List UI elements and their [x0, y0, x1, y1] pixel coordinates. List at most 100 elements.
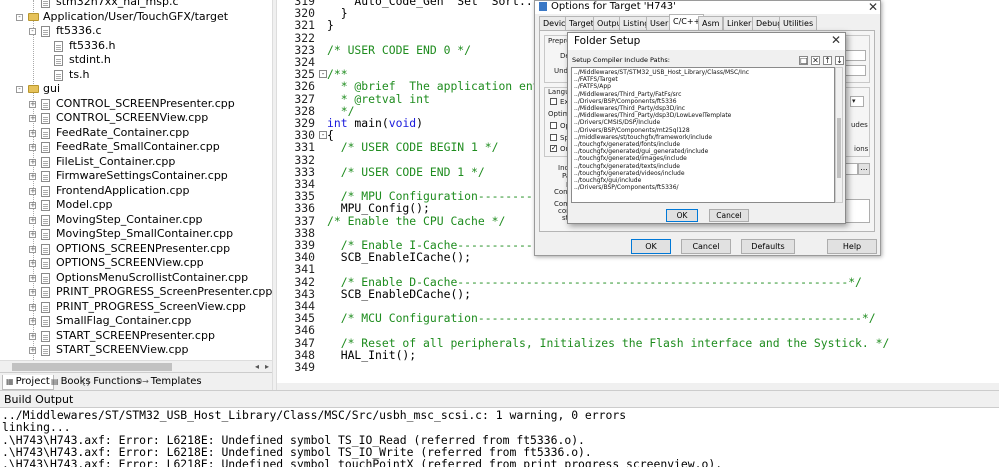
tree-file[interactable]: + OptionsMenuScrollistContainer.cpp	[0, 271, 272, 286]
include-path-item[interactable]: ../touchgfx/generated/gui_generated/incl…	[574, 148, 708, 155]
include-path-item[interactable]: ../Drivers/BSP/Components/ft5336/	[574, 184, 679, 191]
folder-setup-titlebar[interactable]: Folder Setup ✕	[568, 33, 845, 50]
tree-file[interactable]: ft5336.h	[0, 39, 272, 54]
tree-file[interactable]: - ft5336.c	[0, 24, 272, 39]
move-down-icon[interactable]: ↓	[835, 56, 844, 65]
collapse-icon[interactable]: -	[16, 13, 23, 21]
optimize-checkbox[interactable]	[550, 122, 557, 129]
tree-file[interactable]: + FeedRate_SmallContainer.cpp	[0, 140, 272, 155]
tree-file[interactable]: stm32h7xx_hal_msp.c	[0, 0, 272, 10]
options-dialog-titlebar[interactable]: Options for Target 'H743' ✕	[535, 1, 880, 14]
expand-icon[interactable]: +	[29, 100, 36, 108]
scrollbar-thumb[interactable]	[837, 118, 841, 178]
include-path-item[interactable]: ../Drivers/CMSIS/DSP/Include	[574, 119, 660, 126]
new-folder-icon[interactable]: □	[799, 56, 808, 65]
code-line[interactable]: /* Enable the CPU Cache */	[327, 214, 505, 227]
scrollbar-thumb[interactable]	[12, 363, 172, 371]
include-path-item[interactable]: ../Middlewares/Third_Party/dsp3D/LowLeve…	[574, 112, 731, 119]
expand-icon[interactable]: +	[29, 231, 36, 238]
fold-toggle-icon[interactable]: -	[319, 131, 327, 140]
tree-file[interactable]: + Model.cpp	[0, 198, 272, 213]
tree-file[interactable]: + PRINT_PROGRESS_ScreenView.cpp	[0, 300, 272, 315]
code-line[interactable]: SCB_EnableDCache();	[327, 288, 471, 300]
expand-icon[interactable]: +	[29, 173, 36, 180]
include-paths-list[interactable]: ../Middlewares/ST/STM32_USB_Host_Library…	[571, 67, 835, 203]
include-path-item[interactable]: ../FATFS/Target	[574, 76, 618, 83]
editor-horizontal-scrollbar[interactable]	[277, 383, 999, 390]
tree-file[interactable]: + START_SCREENView.cpp	[0, 343, 272, 358]
code-line[interactable]: Auto_Code_Gen Set Sort...	[327, 0, 539, 7]
collapse-icon[interactable]: -	[29, 28, 36, 35]
expand-icon[interactable]: +	[29, 144, 36, 151]
expand-icon[interactable]: +	[29, 129, 36, 137]
include-path-item[interactable]: ../Middlewares/Third_Party/dsp3D/inc	[574, 105, 685, 112]
tree-file[interactable]: + MovingStep_SmallContainer.cpp	[0, 227, 272, 242]
tree-file[interactable]: + CONTROL_SCREENPresenter.cpp	[0, 97, 272, 112]
include-path-item[interactable]: ../touchgfx/generated/images/include	[574, 155, 687, 162]
tree-file[interactable]: + OPTIONS_SCREENView.cpp	[0, 256, 272, 271]
tree-file[interactable]: + FirmwareSettingsContainer.cpp	[0, 169, 272, 184]
include-path-item[interactable]: ../touchgfx/generated/texts/include	[574, 163, 680, 170]
options-ok-button[interactable]: OK	[631, 239, 671, 254]
expand-icon[interactable]: +	[29, 289, 36, 296]
one-elf-checkbox[interactable]: ✓	[550, 145, 557, 152]
folder-ok-button[interactable]: OK	[666, 209, 698, 222]
tab-utilities[interactable]: Utilities	[779, 16, 818, 30]
options-help-button[interactable]: Help	[827, 239, 877, 254]
delete-icon[interactable]: ✕	[811, 56, 820, 65]
tree-folder[interactable]: - gui	[0, 82, 272, 97]
tab-linker[interactable]: Linker	[723, 16, 756, 30]
code-line[interactable]: /* USER CODE END 1 */	[327, 166, 485, 178]
tree-file[interactable]: + MovingStep_Container.cpp	[0, 213, 272, 228]
include-path-item[interactable]: ../Drivers/BSP/Components/ft5336	[574, 98, 677, 105]
code-line[interactable]: SCB_EnableICache();	[327, 251, 471, 263]
code-line[interactable]: int main(void)	[327, 117, 423, 129]
close-icon[interactable]: ✕	[831, 33, 841, 47]
tree-file[interactable]: + FrontendApplication.cpp	[0, 184, 272, 199]
expand-icon[interactable]: +	[29, 318, 36, 325]
include-path-item[interactable]: ../FATFS/App	[574, 83, 611, 90]
tab-asm[interactable]: Asm	[698, 16, 724, 30]
include-path-item[interactable]: ../middlewares/st/touchgfx/framework/inc…	[574, 134, 712, 141]
include-path-item[interactable]: ../touchgfx/gui/include	[574, 177, 641, 184]
tree-file[interactable]: + SmallFlag_Container.cpp	[0, 314, 272, 329]
expand-icon[interactable]: +	[29, 332, 36, 340]
close-icon[interactable]: ✕	[868, 1, 878, 14]
options-defaults-button[interactable]: Defaults	[741, 239, 795, 254]
expand-icon[interactable]: +	[29, 303, 36, 311]
expand-icon[interactable]: +	[29, 347, 36, 354]
code-line[interactable]: /* USER CODE BEGIN 1 */	[327, 141, 499, 153]
expand-icon[interactable]: +	[29, 158, 36, 166]
tree-file[interactable]: + OPTIONS_SCREENPresenter.cpp	[0, 242, 272, 257]
include-path-item[interactable]: ../Middlewares/ST/STM32_USB_Host_Library…	[574, 69, 749, 76]
expand-icon[interactable]: +	[29, 202, 36, 209]
expand-icon[interactable]: +	[29, 115, 36, 122]
browse-include-paths-button[interactable]: ...	[858, 163, 870, 175]
folder-cancel-button[interactable]: Cancel	[709, 209, 749, 222]
code-line[interactable]: /* USER CODE END 0 */	[327, 44, 471, 56]
tab-templates[interactable]: 0→ Templates	[134, 375, 205, 390]
expand-icon[interactable]: +	[29, 260, 36, 267]
code-line[interactable]: }	[327, 19, 334, 31]
fold-toggle-icon[interactable]: -	[319, 70, 327, 79]
execute-only-checkbox[interactable]	[550, 98, 557, 105]
expand-icon[interactable]: +	[29, 274, 36, 282]
tree-file[interactable]: + FeedRate_Container.cpp	[0, 126, 272, 141]
tab-project[interactable]: ▦ Project	[2, 375, 54, 390]
project-tree[interactable]: stm32h7xx_hal_msp.c - Application/User/Tou…	[0, 0, 272, 360]
expand-icon[interactable]: +	[29, 187, 36, 195]
tree-file[interactable]: + CONTROL_SCREENView.cpp	[0, 111, 272, 126]
tree-file[interactable]: + START_SCREENPresenter.cpp	[0, 329, 272, 344]
tree-folder[interactable]: - Application/User/TouchGFX/target	[0, 10, 272, 25]
tree-file[interactable]: ts.h	[0, 68, 272, 83]
include-path-item[interactable]: ../touchgfx/generated/videos/include	[574, 170, 685, 177]
collapse-icon[interactable]: -	[16, 86, 23, 93]
split-checkbox[interactable]	[550, 134, 557, 141]
tree-horizontal-scrollbar[interactable]: ◂ ▸	[0, 360, 272, 372]
expand-icon[interactable]: +	[29, 245, 36, 253]
include-paths-scrollbar[interactable]	[835, 67, 843, 203]
tree-file[interactable]: + FileList_Container.cpp	[0, 155, 272, 170]
expand-icon[interactable]: +	[29, 216, 36, 224]
options-cancel-button[interactable]: Cancel	[681, 239, 731, 254]
include-path-item[interactable]: ../Drivers/BSP/Components/mt25ql128	[574, 127, 690, 134]
